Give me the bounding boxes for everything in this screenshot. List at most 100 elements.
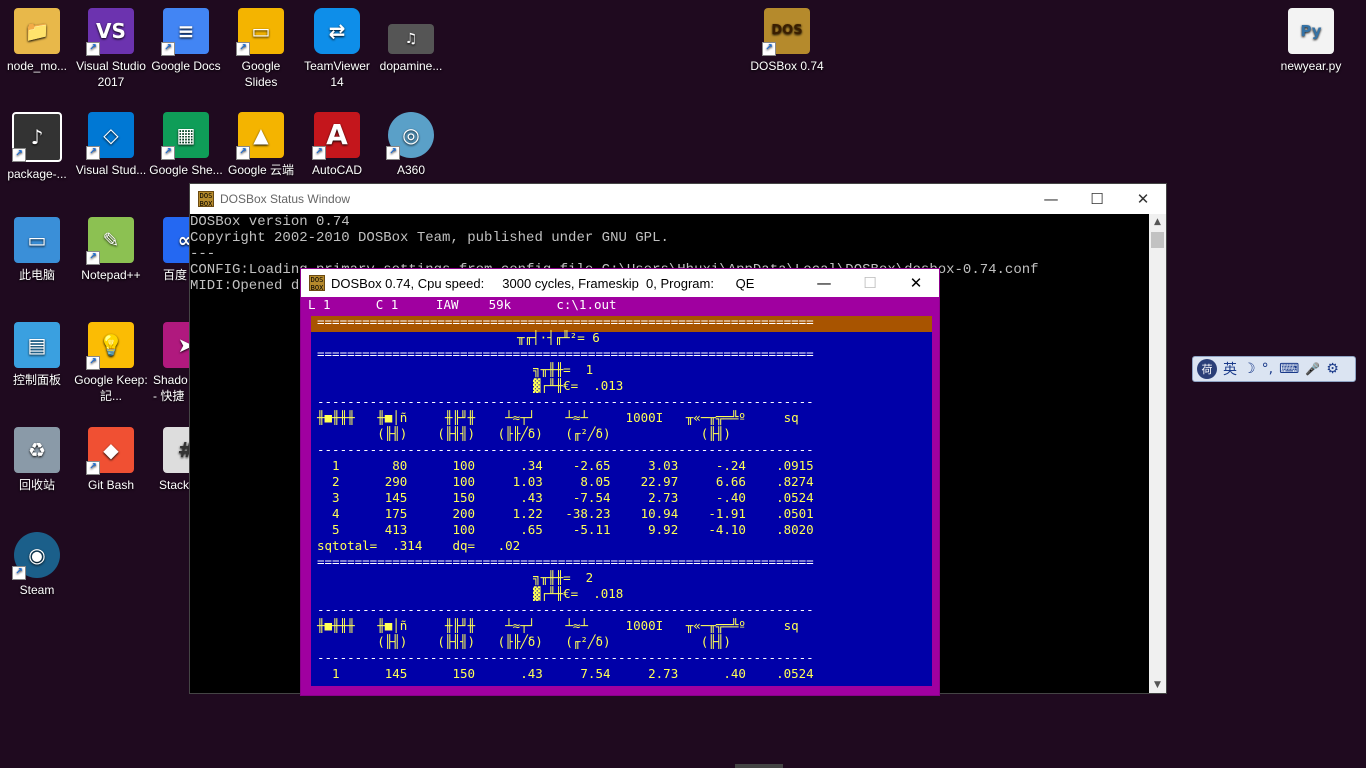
desktop-icon-recycle-bin[interactable]: ♻ 回收站 (0, 427, 74, 493)
microphone-icon[interactable]: 🎤 (1305, 362, 1320, 376)
vscode-icon: ◇ ↗ (86, 112, 134, 160)
desktop-icon-dopamine[interactable]: ♫ dopamine... (374, 8, 448, 74)
table-row: 5 413 100 .65 -5.11 9.92 -4.10 .8020 (317, 522, 814, 537)
half-full-width-icon[interactable]: ☽ (1243, 361, 1256, 377)
close-button[interactable]: ✕ (1120, 184, 1166, 214)
dosbox-app-icon: DOS BOX (309, 275, 325, 292)
heading-count: ╥╓┤·┤╓╨²= 6 (517, 330, 600, 345)
maximize-button[interactable]: ☐ (847, 269, 893, 297)
desktop-icon-this-pc[interactable]: ▭ 此电脑 (0, 217, 74, 283)
google-drive-icon: ▲ ↗ (236, 112, 284, 160)
google-keep-icon: 💡 ↗ (86, 322, 134, 370)
ime-toolbar[interactable]: 荷 英 ☽ °, ⌨ 🎤 ⚙ (1192, 356, 1356, 382)
table-row: 3 145 150 .43 -7.54 2.73 -.40 .0524 (317, 490, 814, 505)
ime-logo-icon[interactable]: 荷 (1197, 359, 1217, 379)
minimize-button[interactable]: — (801, 269, 847, 297)
status-scrollbar[interactable]: ▲ ▼ (1149, 214, 1166, 693)
table-header-row: (╟╢) (╟╢╢) (╟╟╱δ) (╓²╱δ) (╟╢) (317, 426, 731, 441)
desktop-icon-git-bash[interactable]: ◆ ↗ Git Bash (74, 427, 148, 493)
baidu-icon: ∞ (163, 217, 189, 263)
desktop-icon-notepad-plus-plus[interactable]: ✎ ↗ Notepad++ (74, 217, 148, 283)
scrollbar-thumb[interactable] (1151, 232, 1164, 248)
desktop-icon-visual-studio-code[interactable]: ◇ ↗ Visual Stud... (74, 112, 148, 178)
dosbox-app-icon: DOS BOX (198, 191, 214, 208)
keyboard-icon[interactable]: ⌨ (1279, 361, 1299, 377)
google-docs-icon: ≡ ↗ (161, 8, 209, 56)
control-panel-icon: ▤ (14, 322, 60, 368)
git-bash-icon: ◆ ↗ (86, 427, 134, 475)
table-header-row: ╫■╫╫╫ ╫■│ñ ╫╟╜╫ ┴≈┬┘ ┴≈┴ 1000I ╥«─╥╦═╩º … (317, 618, 799, 633)
separator-double: ========================================… (317, 554, 814, 569)
separator-double: ========================================… (317, 314, 814, 329)
table-row: 1 145 150 .43 7.54 2.73 .40 .0524 (317, 666, 814, 681)
google-sheets-icon: ▦ ↗ (161, 112, 209, 160)
notepad-plus-plus-icon: ✎ ↗ (86, 217, 134, 265)
dosbox-window[interactable]: DOS BOX DOSBox 0.74, Cpu speed: 3000 cycl… (300, 268, 940, 696)
table-row: 2 290 100 1.03 8.05 22.97 6.66 .8274 (317, 474, 814, 489)
scroll-up-arrow-icon[interactable]: ▲ (1149, 214, 1166, 230)
visual-studio-icon: VS ↗ (86, 8, 134, 56)
stack-icon: # (163, 427, 189, 473)
shadowsocks-icon: ➤ (163, 322, 189, 368)
gear-icon[interactable]: ⚙ (1326, 361, 1339, 377)
desktop-icon-a360[interactable]: ◎ ↗ A360 (374, 112, 448, 178)
desktop-icon-node-modules[interactable]: 📁 node_mo... (0, 8, 74, 74)
python-file-icon: Py (1288, 8, 1334, 54)
dosbox-icon: DOS ↗ (762, 8, 810, 56)
group2-value: ▓┌╨╫€= .018 (533, 586, 624, 601)
desktop-icon-google-keep[interactable]: 💡 ↗ Google Keep: 記... (74, 322, 148, 404)
status-line: Copyright 2002-2010 DOSBox Team, publish… (190, 230, 669, 246)
desktop-icon-shadowsocks[interactable]: ➤ Shado - 快捷 (149, 322, 189, 404)
status-window-titlebar[interactable]: DOS BOX DOSBox Status Window — ☐ ✕ (190, 184, 1166, 214)
teamviewer-icon: ⇄ (314, 8, 360, 54)
separator-single: ----------------------------------------… (317, 602, 814, 617)
desktop-icon-baidu[interactable]: ∞ 百度 (149, 217, 189, 283)
editor-status-line: L 1 C 1 IAW 59k c:\1.out (308, 297, 617, 312)
desktop-icon-dosbox[interactable]: DOS ↗ DOSBox 0.74 (750, 8, 824, 74)
minimize-button[interactable]: — (1028, 184, 1074, 214)
dopamine-icon: ♫ (388, 24, 434, 54)
table-row: 4 175 200 1.22 -38.23 10.94 -1.91 .0501 (317, 506, 814, 521)
maximize-button[interactable]: ☐ (1074, 184, 1120, 214)
separator-single: ----------------------------------------… (317, 442, 814, 457)
a360-icon: ◎ ↗ (386, 112, 434, 160)
computer-icon: ▭ (14, 217, 60, 263)
group1-label: ╗╥╫╫= 1 (533, 362, 594, 377)
desktop-icon-autocad[interactable]: A ↗ AutoCAD (300, 112, 374, 178)
dos-window-title: DOSBox 0.74, Cpu speed: 3000 cycles, Fra… (331, 275, 755, 291)
desktop-icon-package[interactable]: ♪ ↗ package-... (0, 112, 74, 182)
desktop-icon-steam[interactable]: ◉ ↗ Steam (0, 532, 74, 598)
close-button[interactable]: ✕ (893, 269, 939, 297)
folder-icon: 📁 (14, 8, 60, 54)
autocad-icon: A ↗ (312, 112, 360, 160)
punctuation-icon[interactable]: °, (1262, 361, 1273, 377)
ime-language-toggle[interactable]: 英 (1223, 359, 1237, 379)
recycle-bin-icon: ♻ (14, 427, 60, 473)
taskbar-edge (735, 764, 783, 768)
table-header-row: ╫■╫╫╫ ╫■│ñ ╫╟╜╫ ┴≈┬┘ ┴≈┴ 1000I ╥«─╥╦═╩º … (317, 410, 799, 425)
google-slides-icon: ▭ ↗ (236, 8, 284, 56)
group1-value: ▓┌╨╫€= .013 (533, 378, 624, 393)
editor-text-area[interactable]: ========================================… (309, 314, 934, 688)
desktop-icon-visual-studio-2017[interactable]: VS ↗ Visual Studio 2017 (74, 8, 148, 90)
table-row: 1 80 100 .34 -2.65 3.03 -.24 .0915 (317, 458, 814, 473)
separator-single: ----------------------------------------… (317, 650, 814, 665)
separator-single: ----------------------------------------… (317, 394, 814, 409)
desktop-icon-newyear-py[interactable]: Py newyear.py (1274, 8, 1348, 74)
desktop-icon-google-sheets[interactable]: ▦ ↗ Google She... (149, 112, 223, 178)
desktop-icon-control-panel[interactable]: ▤ 控制面板 (0, 322, 74, 388)
separator-double: ========================================… (317, 346, 814, 361)
group2-label: ╗╥╫╫= 2 (533, 570, 594, 585)
steam-icon: ◉ ↗ (12, 532, 60, 580)
desktop-icon-google-docs[interactable]: ≡ ↗ Google Docs (149, 8, 223, 74)
desktop-icon-google-drive[interactable]: ▲ ↗ Google 云端 (224, 112, 298, 178)
sqtotal-line: sqtotal= .314 dq= .02 (317, 538, 521, 553)
desktop-icon-google-slides[interactable]: ▭ ↗ Google Slides (224, 8, 298, 90)
desktop-icon-stack[interactable]: # Stack (149, 427, 189, 493)
dos-screen[interactable]: L 1 C 1 IAW 59k c:\1.out ===============… (304, 297, 936, 693)
status-window-title: DOSBox Status Window (220, 192, 351, 206)
desktop-icon-teamviewer[interactable]: ⇄ TeamViewer 14 (300, 8, 374, 90)
status-line: DOSBox version 0.74 (190, 214, 350, 230)
scroll-down-arrow-icon[interactable]: ▼ (1149, 677, 1166, 693)
dos-window-titlebar[interactable]: DOS BOX DOSBox 0.74, Cpu speed: 3000 cycl… (301, 269, 939, 297)
